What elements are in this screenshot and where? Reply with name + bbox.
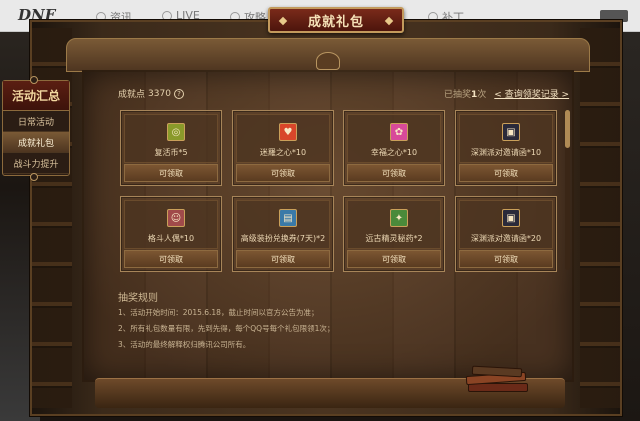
reward-name: 远古精灵秘药*2 (365, 234, 423, 243)
nav-dot-icon (162, 10, 172, 21)
reward-card: ▣ 深渊派对邀请函*20 可领取 (455, 196, 557, 272)
rule-line: 1、活动开始时间：2015.6.18，截止时间以官方公告为准； (118, 308, 319, 317)
reward-name: 格斗人偶*10 (147, 234, 195, 243)
query-record-link[interactable]: < 查询领奖记录 > (494, 87, 569, 100)
popup-title-tab: 成就礼包 (268, 7, 404, 33)
reward-name: 深渊派对邀请函*20 (470, 234, 542, 243)
reward-card-body: ▣ 深渊派对邀请函*20 (459, 200, 553, 249)
diamond-icon (384, 16, 394, 26)
reward-name: 迷羅之心*10 (259, 148, 307, 157)
reward-card: ▤ 高级装扮兑换券(7天)*2 可领取 (232, 196, 334, 272)
reward-name: 幸福之心*10 (370, 148, 418, 157)
reward-card: ◎ 复活币*5 可领取 (120, 110, 222, 186)
achievement-points: 成就点 3370 ? (118, 87, 184, 100)
rules-title: 抽奖规则 (118, 293, 158, 304)
claim-button[interactable]: 可领取 (124, 164, 218, 182)
reward-card-body: ◎ 复活币*5 (124, 114, 218, 163)
reward-card: ✿ 幸福之心*10 可领取 (343, 110, 445, 186)
reward-card-body: ▣ 深渊派对邀请函*10 (459, 114, 553, 163)
points-value: 3370 (148, 88, 171, 99)
side-item-power[interactable]: 战斗力提升 (3, 153, 69, 174)
claim-button[interactable]: 可领取 (236, 250, 330, 268)
puppet-icon: ☺ (167, 209, 185, 227)
rule-line: 2、所有礼包数量有限，先到先得，每个QQ号每个礼包限领1次； (118, 324, 335, 333)
book-icon (468, 383, 528, 392)
reward-card: ☺ 格斗人偶*10 可领取 (120, 196, 222, 272)
side-menu-heading: 活动汇总 (3, 81, 69, 111)
side-item-daily[interactable]: 日常活动 (3, 111, 69, 132)
bookshelf-right-decoration (580, 28, 620, 408)
reward-card-body: ☺ 格斗人偶*10 (124, 200, 218, 249)
reward-name: 复活币*5 (154, 148, 188, 157)
draw-info: 已抽奖1次 < 查询领奖记录 > (444, 87, 569, 100)
help-icon[interactable]: ? (173, 88, 184, 99)
claim-button[interactable]: 可领取 (347, 250, 441, 268)
pin-icon (30, 76, 38, 84)
claim-button[interactable]: 可领取 (124, 250, 218, 268)
reward-card: ♥ 迷羅之心*10 可领取 (232, 110, 334, 186)
books-icon (465, 365, 528, 393)
pink-heart-icon: ✿ (390, 123, 408, 141)
diamond-icon (278, 16, 288, 26)
side-item-achievement[interactable]: 成就礼包 (3, 132, 69, 153)
site-right-background (620, 32, 640, 421)
reward-card-body: ✦ 远古精灵秘药*2 (347, 200, 441, 249)
arch-emblem-icon (316, 52, 340, 70)
side-menu: 活动汇总 日常活动 成就礼包 战斗力提升 (2, 80, 70, 176)
reward-card: ✦ 远古精灵秘药*2 可领取 (343, 196, 445, 272)
pin-icon (30, 173, 38, 181)
claim-button[interactable]: 可领取 (459, 250, 553, 268)
draw-count-text: 已抽奖1次 (444, 90, 487, 100)
reward-card-body: ✿ 幸福之心*10 (347, 114, 441, 163)
coin-icon: ◎ (167, 123, 185, 141)
claim-button[interactable]: 可领取 (347, 164, 441, 182)
rule-line: 3、活动的最终解释权归腾讯公司所有。 (118, 340, 251, 349)
claim-button[interactable]: 可领取 (459, 164, 553, 182)
invitation-icon: ▣ (502, 209, 520, 227)
reward-card: ▣ 深渊派对邀请函*10 可领取 (455, 110, 557, 186)
ticket-icon: ▤ (279, 209, 297, 227)
potion-icon: ✦ (390, 209, 408, 227)
reward-name: 高级装扮兑换券(7天)*2 (240, 234, 326, 243)
scrollbar-thumb[interactable] (565, 110, 570, 148)
popup-title: 成就礼包 (307, 14, 364, 30)
reward-card-body: ♥ 迷羅之心*10 (236, 114, 330, 163)
reward-card-body: ▤ 高级装扮兑换券(7天)*2 (236, 200, 330, 249)
reward-name: 深渊派对邀请函*10 (470, 148, 542, 157)
invitation-icon: ▣ (502, 123, 520, 141)
scrollbar[interactable] (565, 110, 570, 270)
claim-button[interactable]: 可领取 (236, 164, 330, 182)
heart-icon: ♥ (279, 123, 297, 141)
